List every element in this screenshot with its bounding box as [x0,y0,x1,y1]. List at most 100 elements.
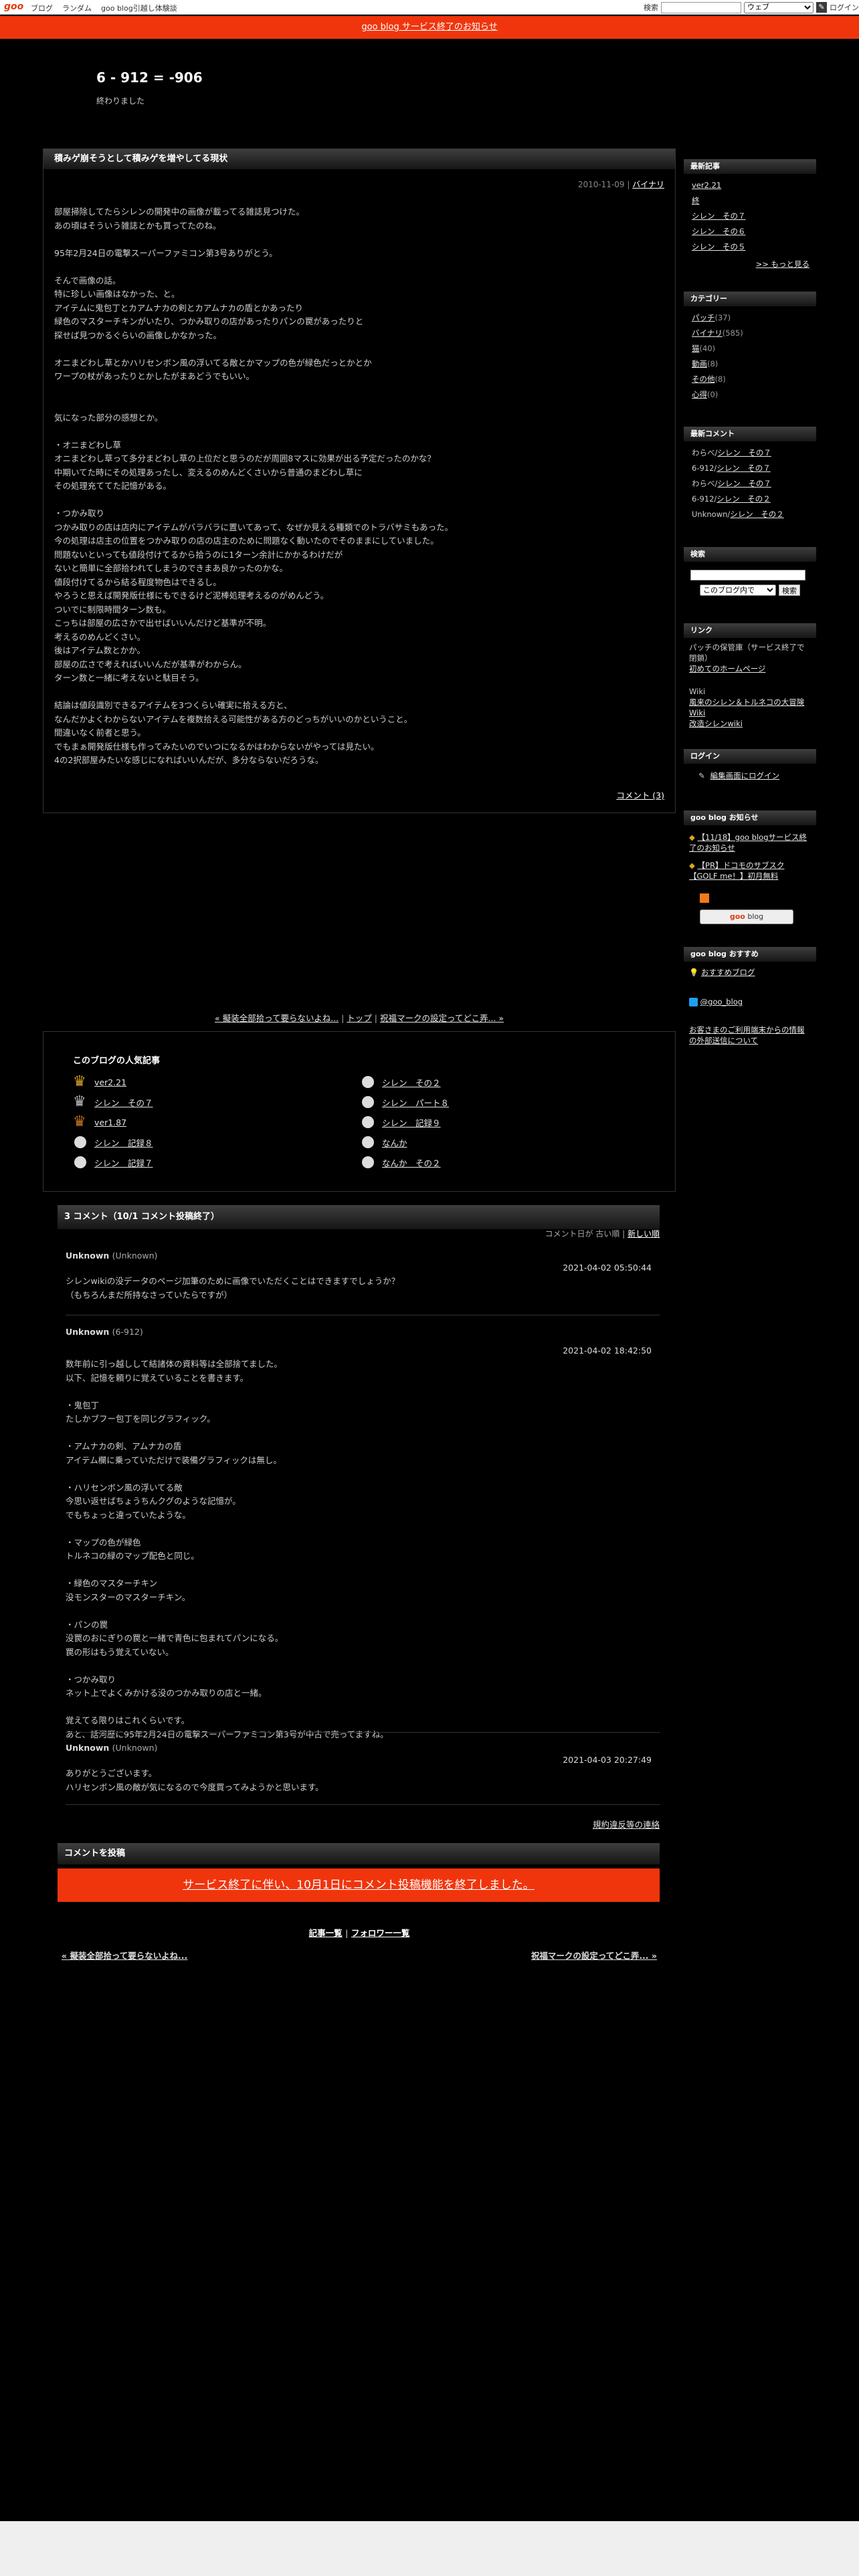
recent-post-link[interactable]: ver2.21 [692,181,721,190]
article-list-link[interactable]: 記事一覧 [309,1928,343,1938]
article-line: 問題ないといっても値段付けてるから拾うのに1ターン余計にかかるわけだが [54,549,343,560]
sidebar-recent-comments: 最新コメント わらべ/シレン その７ 6-912/シレン その７ わらべ/シレン そ… [684,427,816,526]
popular-heading: このブログの人気記事 [73,1056,161,1066]
article-line: でもまぁ開発版仕様も作ってみたいのでいつになるかはわからないがやっては見たい。 [54,741,379,752]
recent-post-link[interactable]: 終 [692,196,700,205]
login-link[interactable]: ログイン [830,2,859,13]
popular-item-link[interactable]: シレン その７ [94,1096,153,1109]
popular-item-link[interactable]: シレン パート８ [382,1096,449,1109]
comment-count-link[interactable]: コメント (3) [616,788,664,801]
popular-item-link[interactable]: なんか その２ [382,1156,441,1169]
recommend-blog-link[interactable]: おすすめブログ [701,968,755,977]
circle-icon [362,1096,374,1108]
comment-divider [66,1732,660,1733]
category-link[interactable]: 心得 [692,390,707,399]
external-info-link[interactable]: お客さまのご利用端末からの情報の外部送信について [689,1025,805,1045]
goo-logo[interactable]: goo [4,1,23,12]
recent-comment-link[interactable]: シレン その７ [717,479,771,488]
footer-links: 記事一覧 | フォロワー一覧 [308,1928,410,1938]
circle-icon [362,1116,374,1128]
comment-line: アイテム欄に乗っていただけで装備グラフィックは無し。 [66,1455,282,1465]
popular-item: ver2.21 [73,1073,361,1090]
nav-blog[interactable]: ブログ [31,3,53,13]
comment-closed-link[interactable]: サービス終了に伴い、10月1日にコメント投稿機能を終了しました。 [183,1879,534,1892]
nav-random[interactable]: ランダム [62,3,92,13]
recent-comment-link[interactable]: シレン その７ [717,463,771,473]
blog-search-input[interactable] [690,570,805,580]
links-shiren-wiki[interactable]: 風来のシレン＆トルネコの大冒険 Wiki [689,697,804,718]
popular-item: シレン 記録８ [73,1136,361,1149]
prev-post-link[interactable]: « 擬装全部拾って要らないよね... [215,1013,339,1023]
category-count: (40) [699,344,716,353]
comment-line: ハリセンボン風の敵が気になるので今度買ってみようかと思います。 [66,1782,324,1792]
links-homepage[interactable]: 初めてのホームページ [689,664,765,673]
recent-comment-author: わらべ/ [692,479,718,488]
comment-line: ネット上でよくみかける没のつかみ取りの店と一緒。 [66,1688,267,1698]
footer-next-link[interactable]: 祝福マークの設定ってどこ弄... » [531,1951,657,1961]
category-link[interactable]: パッチ [692,313,715,322]
comment: Unknown (Unknown) 2021-04-02 05:50:44 シレンw… [66,1251,660,1300]
category-link[interactable]: バイナリ [692,328,723,338]
article-category[interactable]: バイナリ [632,180,664,189]
popular-item-link[interactable]: シレン その２ [382,1076,441,1089]
blog-title[interactable]: 6 - 912 = -906 [96,70,203,86]
rss-icon[interactable] [700,893,709,903]
article-line: 探せば見つかるぐらいの画像しかなかった。 [54,330,222,340]
category-link[interactable]: その他 [692,374,715,384]
article-line: 4の2択部屋みたいな感じになればいいんだが、多分ならないだろうな。 [54,755,324,765]
category-link[interactable]: 動画 [692,359,707,368]
nav-migration[interactable]: goo blog引越し体験談 [101,3,177,13]
recent-post-link[interactable]: シレン その６ [692,227,746,236]
goo-blog-badge[interactable]: goo blog [700,909,793,924]
service-end-link[interactable]: goo blog サービス終了のお知らせ [361,22,497,32]
comment-divider [66,1804,660,1805]
popular-item-link[interactable]: シレン 記録９ [382,1116,441,1129]
popular-item-link[interactable]: ver2.21 [94,1077,126,1087]
twitter-link[interactable]: @goo_blog [700,997,743,1006]
goo-notice-item-2[interactable]: 【PR】ドコモのサブスク【GOLF me！】初月無料 [689,861,784,881]
sort-label: コメント日が [545,1229,593,1239]
report-link[interactable]: 規約違反等の連絡 [593,1818,660,1830]
popular-item-link[interactable]: シレン 記録７ [94,1156,153,1169]
article-date: 2010-11-09 [577,180,625,189]
comment-line: 没罠のおにぎりの罠と一緒で青色に包まれてパンになる。 [66,1633,284,1643]
global-search-input[interactable] [661,1,741,13]
comments-heading: 3 コメント（10/1 コメント投稿終了） [58,1205,660,1229]
popular-item-link[interactable]: なんか [382,1136,407,1149]
crown-icon [73,1093,88,1110]
recent-comment-author: 6-912/ [692,463,717,473]
footer-prev-link[interactable]: « 擬装全部拾って要らないよね... [62,1951,187,1961]
recent-post-link[interactable]: シレン その７ [692,211,746,221]
recent-comment-link[interactable]: シレン その７ [717,448,771,457]
edit-login-link[interactable]: 編集画面にログイン [710,771,780,780]
top-link[interactable]: トップ [347,1013,372,1023]
recent-comment-link[interactable]: シレン その２ [730,510,784,519]
popular-posts-panel: このブログの人気記事 ver2.21 シレン その２ シレン その７ シレン パート８… [43,1031,676,1192]
goo-notice-heading: goo blog お知らせ [684,811,816,825]
article-line [54,685,656,700]
links-kaizou-wiki[interactable]: 改造シレンwiki [689,719,743,728]
comment-line: ありがとうございます。 [66,1768,157,1778]
search-scope-select[interactable]: ウェブ [744,1,814,13]
blog-search-scope[interactable]: このブログ内で [700,584,776,596]
recent-post-link[interactable]: シレン その５ [692,242,746,251]
comment-text: シレンwikiの没データのページ加筆のために画像でいただくことはできますでしょう… [66,1275,399,1302]
recent-comment-link[interactable]: シレン その２ [717,494,771,504]
popular-item: シレン 記録９ [361,1116,648,1129]
sort-new-link[interactable]: 新しい順 [628,1229,660,1239]
sidebar-goo-notice: goo blog お知らせ ◆ 【11/18】goo blogサービス終了のお知… [684,811,816,928]
category-count: (0) [707,390,719,399]
article-line [54,384,656,398]
blog-search-button[interactable]: 検索 [779,584,800,596]
goo-notice-item-1[interactable]: 【11/18】goo blogサービス終了のお知らせ [689,833,807,853]
popular-item-link[interactable]: ver1.87 [94,1117,126,1128]
follower-list-link[interactable]: フォロワー一覧 [351,1928,410,1938]
more-link[interactable]: >> もっと見る [756,259,809,269]
next-post-link[interactable]: 祝福マークの設定ってどこ弄... » [380,1013,504,1023]
category-link[interactable]: 猫 [692,344,700,353]
popular-item-link[interactable]: シレン 記録８ [94,1136,153,1149]
pen-icon[interactable]: ✎ [816,2,827,13]
article-line: ・オニまどわし草 [54,439,122,450]
comments-sort: コメント日が 古い順 | 新しい順 [545,1229,660,1239]
comment-line: ・つかみ取り [66,1674,116,1685]
